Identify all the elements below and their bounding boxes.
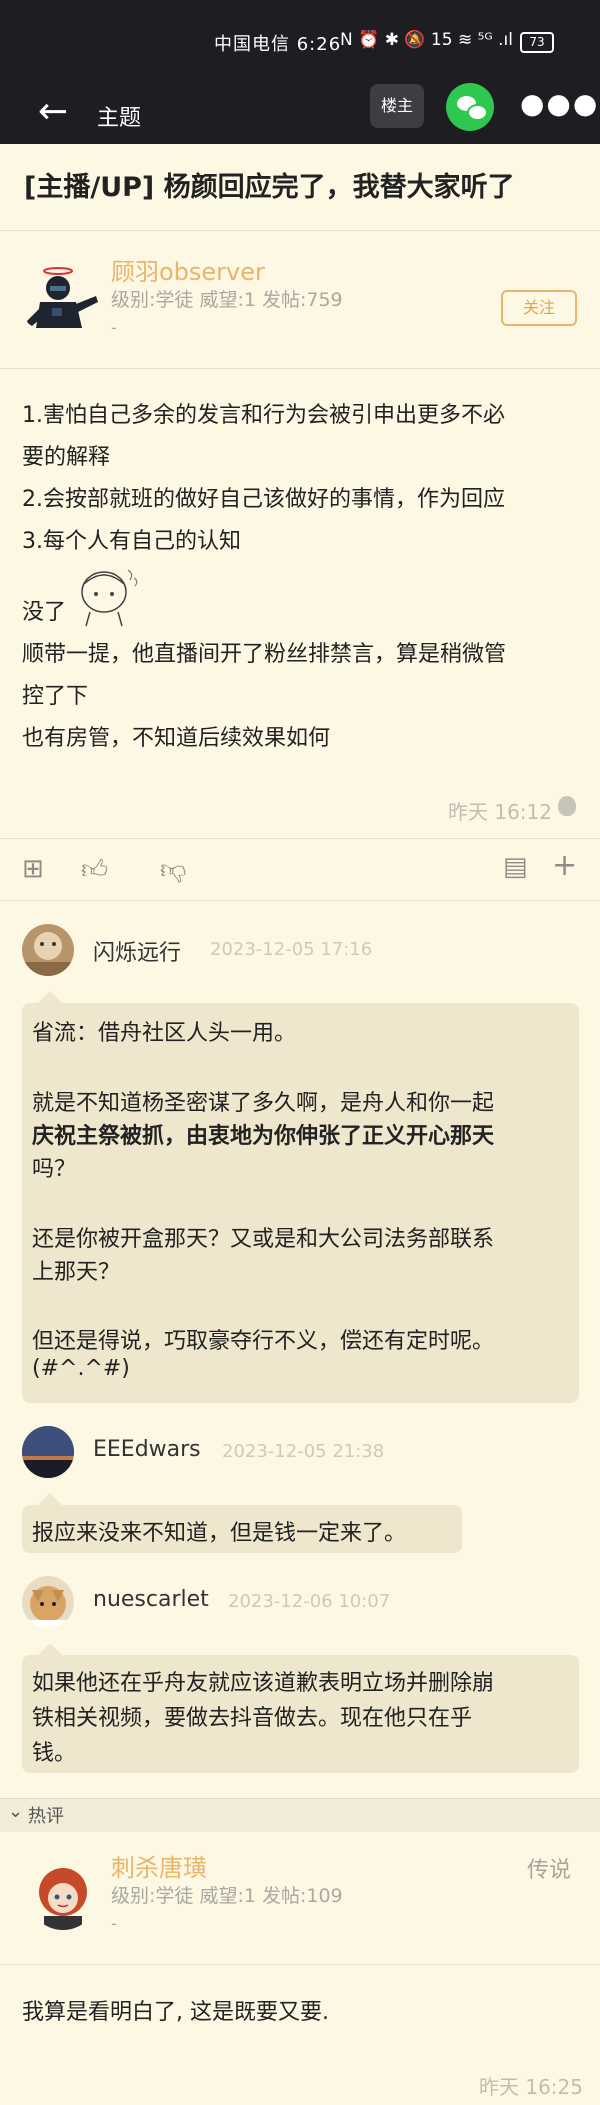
post-timestamp: 昨天 16:12 (448, 800, 552, 824)
divider (0, 900, 600, 901)
battery-icon: 73 (520, 32, 554, 53)
more-options-icon[interactable]: ●●● (520, 84, 599, 124)
apple-device-icon (558, 796, 576, 816)
post-text-line: 2.会按部就班的做好自己该做好的事情，作为回应 (22, 487, 505, 512)
post-text-line: 没了 (22, 600, 67, 625)
op-avatar[interactable] (22, 262, 102, 342)
legend-badge: 传说 (527, 1858, 572, 1883)
commenter-avatar[interactable] (22, 1426, 74, 1478)
hot-comments-header[interactable]: ⌄ 热评 (0, 1798, 600, 1832)
topic-title: [主播/UP] 杨颜回应完了，我替大家听了 (24, 172, 515, 203)
post-text-line: 要的解释 (22, 445, 111, 470)
op-username[interactable]: 顾羽observer (111, 252, 265, 287)
post-text-line: 1.害怕自己多余的发言和行为会被引申出更多不必 (22, 403, 505, 428)
bubble-pointer (38, 1643, 62, 1655)
chevron-down-icon: ⌄ (8, 1801, 24, 1822)
comment-text-line: 省流：借舟社区人头一用。 (32, 1021, 297, 1046)
gift-icon[interactable]: ⊞ (22, 854, 44, 884)
post-text-line: 顺带一提，他直播间开了粉丝排禁言，算是稍微管 (22, 642, 507, 667)
hot-commenter-name[interactable]: 刺杀唐璜 (111, 1848, 207, 1883)
commenter-name[interactable]: nuescarlet (93, 1587, 209, 1612)
comment-icon[interactable]: ▤ (503, 852, 528, 882)
comment-text-line: 吗？ (32, 1157, 77, 1182)
post-text-line: 也有房管，不知道后续效果如何 (22, 726, 331, 751)
comment-bubble: 省流：借舟社区人头一用。 就是不知道杨圣密谋了多久啊，是舟人和你一起 庆祝主祭被… (22, 1003, 579, 1403)
comment-text-line: 如果他还在乎舟友就应该道歉表明立场并删除崩 (32, 1671, 495, 1696)
follow-button[interactable]: 关注 (501, 290, 577, 326)
commenter-name[interactable]: 闪烁远行 (93, 935, 181, 967)
only-op-button[interactable]: 楼主 (370, 84, 424, 128)
page-title: 主题 (97, 106, 142, 131)
comment-text-line: 庆祝主祭被抓，由衷地为你伸张了正义开心那天 (32, 1124, 495, 1149)
post-text-line: 3.每个人有自己的认知 (22, 529, 241, 554)
hot-comment-text: 我算是看明白了, 这是既要又要. (22, 2000, 329, 2025)
hot-comment-timestamp: 昨天 16:25 (479, 2075, 583, 2099)
hot-commenter-avatar[interactable] (28, 1860, 98, 1930)
comment-text-line: 还是你被开盒那天？又或是和大公司法务部联系 (32, 1227, 495, 1252)
comment-text-line: (#^.^#) (32, 1356, 130, 1381)
hot-user-dash: - (111, 1914, 117, 1933)
add-icon[interactable]: + (552, 848, 577, 883)
comment-timestamp: 2023-12-05 21:38 (222, 1441, 385, 1462)
sticker-image (81, 569, 138, 627)
comment-bubble: 如果他还在乎舟友就应该道歉表明立场并删除崩 铁相关视频，要做去抖音做去。现在他只… (22, 1655, 579, 1773)
comment-text-line: 铁相关视频，要做去抖音做去。现在他只在乎 (32, 1706, 473, 1731)
hot-user-stats: 级别:学徒 威望:1 发帖:109 (111, 1885, 343, 1907)
comment-timestamp: 2023-12-05 17:16 (210, 939, 373, 960)
comment-text-line: 钱。 (32, 1741, 77, 1766)
op-user-dash: - (111, 318, 117, 337)
hot-comments-label: 热评 (28, 1806, 64, 1827)
commenter-avatar[interactable] (22, 924, 74, 976)
bubble-pointer (38, 991, 62, 1003)
bubble-pointer (38, 1493, 62, 1505)
comment-text-line: 报应来没来不知道，但是钱一定来了。 (32, 1521, 407, 1546)
comment-bubble: 报应来没来不知道，但是钱一定来了。 (22, 1505, 462, 1553)
divider (0, 1964, 600, 1965)
divider (0, 230, 600, 231)
thumbs-down-icon[interactable]: 👎︎ (160, 854, 186, 885)
comment-text-line: 就是不知道杨圣密谋了多久啊，是舟人和你一起 (32, 1091, 495, 1116)
back-arrow-icon[interactable]: ← (38, 92, 68, 132)
app-bar: ← 主题 楼主 ●●● (0, 83, 600, 144)
comment-text-line: 上那天？ (32, 1260, 121, 1285)
comment-timestamp: 2023-12-06 10:07 (228, 1591, 391, 1612)
op-user-stats: 级别:学徒 威望:1 发帖:759 (111, 289, 343, 311)
commenter-name[interactable]: EEEdwars (93, 1437, 201, 1462)
status-bar: 中国电信 6:26 N ⏰ ✱ 🔕 15 ≋ ⁵ᴳ .ıl 73 (0, 0, 600, 84)
status-icons: N ⏰ ✱ 🔕 15 ≋ ⁵ᴳ .ıl (340, 30, 513, 50)
status-time: 中国电信 6:26 (214, 34, 342, 55)
post-text-line: 控了下 (22, 684, 89, 709)
divider (0, 368, 600, 369)
thumbs-up-icon[interactable]: 👍︎ (81, 854, 108, 885)
commenter-avatar[interactable] (22, 1576, 74, 1628)
divider (0, 838, 600, 839)
comment-text-line: 但还是得说，巧取豪夺行不义，偿还有定时呢。 (32, 1329, 495, 1354)
wechat-share-icon[interactable] (446, 83, 494, 131)
